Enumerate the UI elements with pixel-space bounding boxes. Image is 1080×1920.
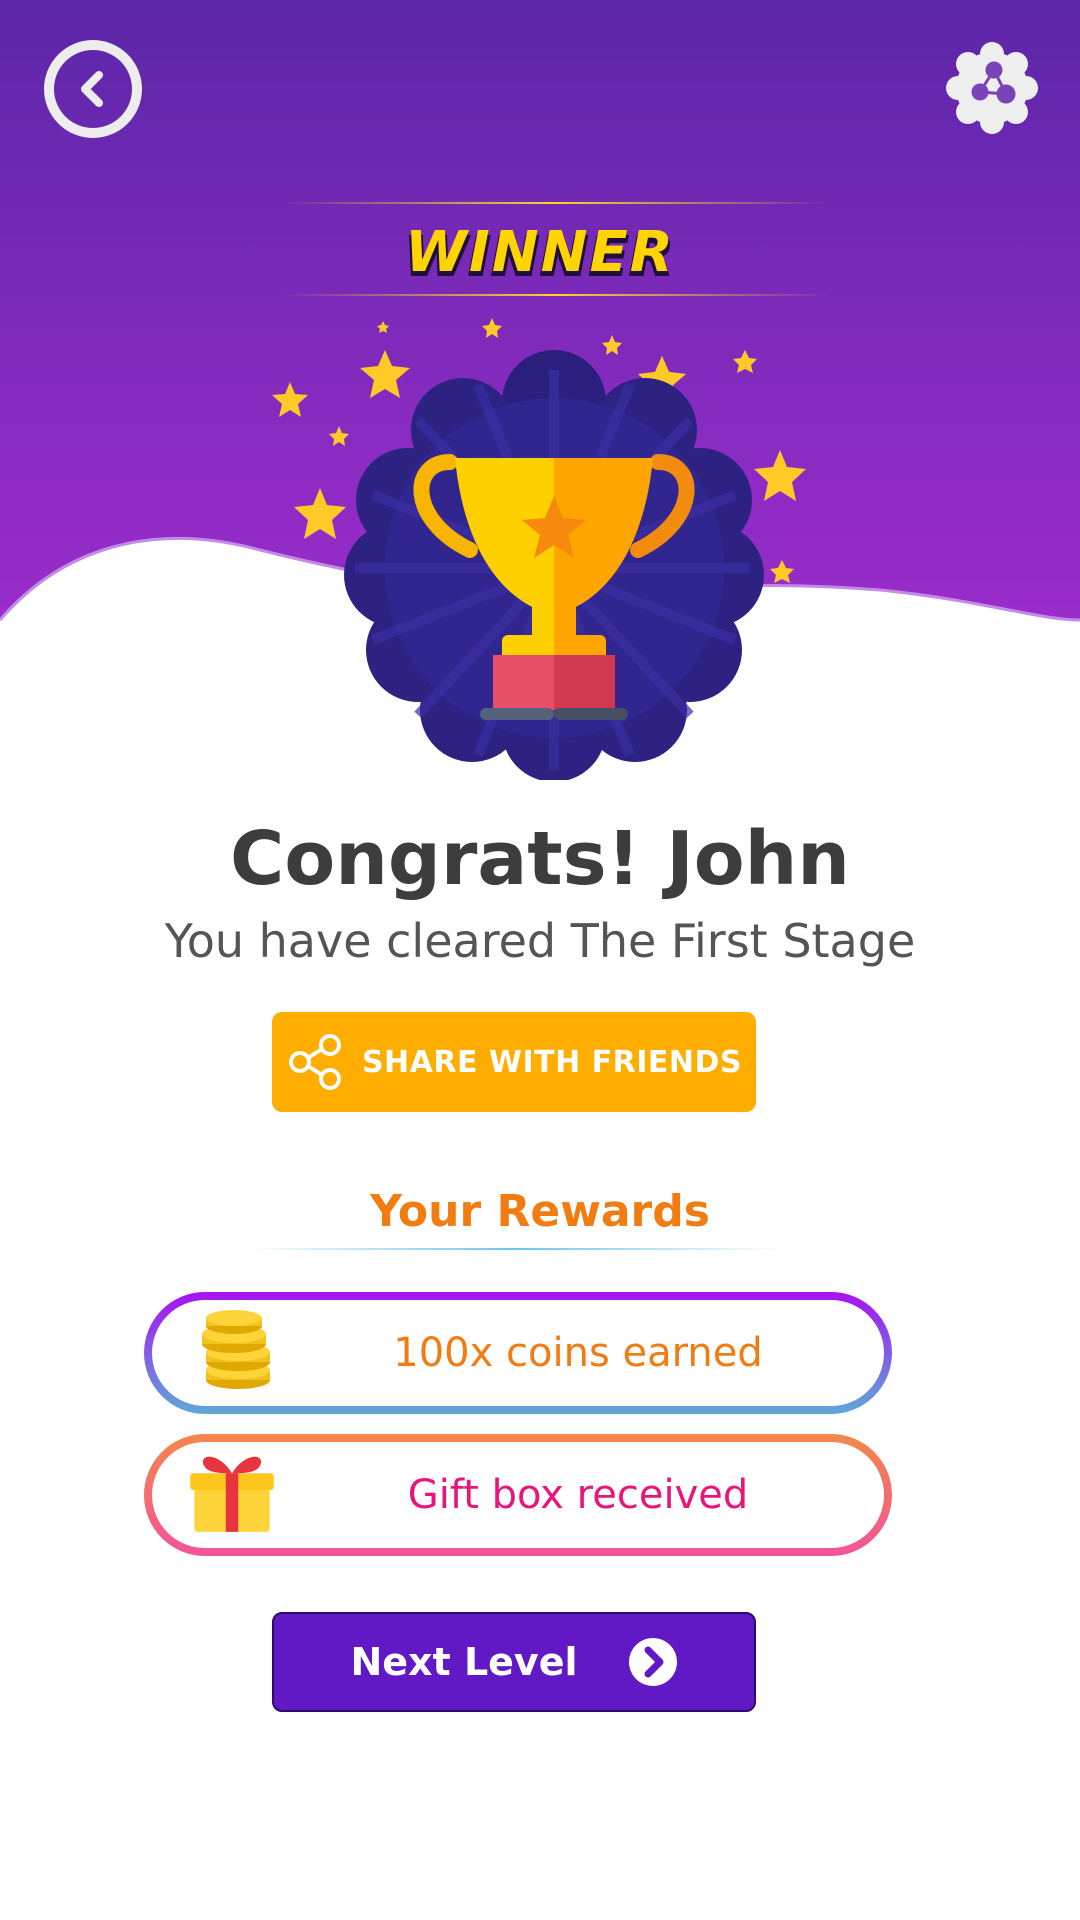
back-button[interactable] bbox=[44, 40, 142, 138]
chevron-left-icon bbox=[81, 71, 103, 107]
next-level-button[interactable]: Next Level bbox=[272, 1612, 756, 1712]
rewards-divider bbox=[246, 1248, 784, 1250]
molecule-share-icon[interactable] bbox=[944, 40, 1040, 136]
gift-icon bbox=[190, 1456, 274, 1532]
congrats-heading: Congrats! John bbox=[230, 816, 850, 902]
rewards-heading: Your Rewards bbox=[370, 1186, 710, 1237]
winner-divider-bottom bbox=[280, 294, 830, 296]
stage-cleared-message: You have cleared The First Stage bbox=[164, 914, 916, 968]
arrow-right-circle-icon bbox=[628, 1638, 677, 1686]
share-button-label: SHARE WITH FRIENDS bbox=[361, 1044, 743, 1080]
reward-item-coins: 100x coins earned bbox=[144, 1292, 892, 1414]
winner-title: WINNER bbox=[405, 220, 675, 285]
winner-divider-top bbox=[280, 202, 830, 204]
coins-icon bbox=[202, 1310, 270, 1389]
share-icon bbox=[288, 1034, 341, 1090]
reward-item-gift: Gift box received bbox=[144, 1434, 892, 1556]
winner-banner: WINNER bbox=[0, 200, 1080, 300]
share-with-friends-button[interactable]: SHARE WITH FRIENDS bbox=[272, 1012, 756, 1112]
trophy-illustration bbox=[272, 318, 806, 780]
next-level-label: Next Level bbox=[350, 1640, 578, 1684]
reward-coins-label: 100x coins earned bbox=[393, 1330, 763, 1376]
reward-gift-label: Gift box received bbox=[407, 1472, 749, 1518]
